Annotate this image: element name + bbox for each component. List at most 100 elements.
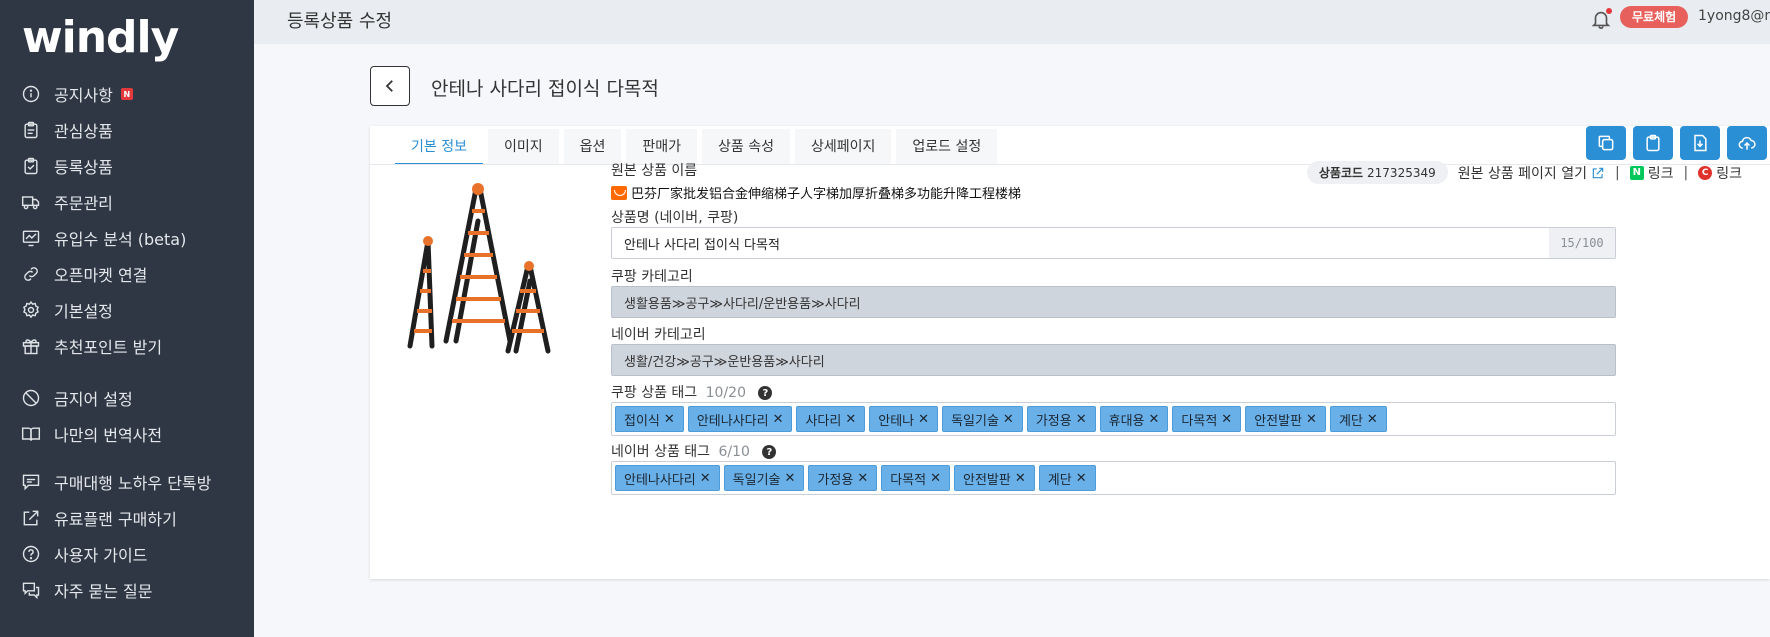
app-logo[interactable]: windly — [22, 12, 179, 63]
close-icon[interactable]: ✕ — [1076, 471, 1087, 486]
info-icon — [20, 83, 42, 105]
naver-link[interactable]: 링크 — [1648, 163, 1674, 183]
clipboard-check-icon — [20, 155, 42, 177]
sidebar-item-faq[interactable]: 자주 묻는 질문 — [0, 572, 254, 608]
tag-label: 안전발판 — [1254, 413, 1303, 429]
tag[interactable]: 계단 ✕ — [1038, 465, 1096, 491]
download-button[interactable] — [1680, 126, 1720, 160]
coupang-category-field[interactable]: 생활용품≫공구≫사다리/운반용품≫사다리 — [611, 286, 1616, 318]
tag[interactable]: 접이식 ✕ — [615, 406, 684, 432]
tag[interactable]: 다목적 ✕ — [1172, 406, 1242, 432]
sidebar-item-paid-plan[interactable]: 유료플랜 구매하기 — [0, 500, 254, 536]
close-icon[interactable]: ✕ — [1015, 471, 1026, 486]
sidebar-item-registered[interactable]: 등록상품 — [0, 148, 254, 184]
toolbar — [1586, 126, 1770, 160]
tab-images[interactable]: 이미지 — [487, 129, 559, 165]
naver-tags-input[interactable]: 안테나사다리 ✕ 독일기술 ✕ 가정용 ✕ 다목적 ✕ 안전발판 ✕ 계단 ✕ — [611, 461, 1616, 495]
sidebar-item-notice[interactable]: 공지사항 N — [0, 76, 254, 112]
close-icon[interactable]: ✕ — [773, 412, 784, 427]
close-icon[interactable]: ✕ — [857, 471, 868, 486]
naver-category-field[interactable]: 생활/건강≫공구≫운반용품≫사다리 — [611, 344, 1616, 376]
close-icon[interactable]: ✕ — [1306, 412, 1317, 427]
coupang-link[interactable]: 링크 — [1716, 163, 1742, 183]
sidebar-item-market-connect[interactable]: 오픈마켓 연결 — [0, 256, 254, 292]
cloud-upload-icon — [1738, 136, 1756, 150]
sidebar-item-community[interactable]: 구매대행 노하우 단톡방 — [0, 464, 254, 500]
tab-detail-page[interactable]: 상세페이지 — [795, 129, 892, 165]
close-icon[interactable]: ✕ — [930, 471, 941, 486]
coupang-tags-count: 10/20 — [705, 385, 746, 401]
product-edit-card: 기본 정보 이미지 옵션 판매가 상품 속성 상세페이지 업로드 설정 원본 상… — [370, 126, 1770, 579]
sidebar-item-banned-words[interactable]: 금지어 설정 — [0, 380, 254, 416]
sidebar-nav: 공지사항 N 관심상품 등록상품 주문관리 유입수 분석 (beta) 오픈마켓… — [0, 76, 254, 608]
close-icon[interactable]: ✕ — [1221, 412, 1232, 427]
upload-button[interactable] — [1727, 126, 1767, 160]
close-icon[interactable]: ✕ — [785, 471, 796, 486]
chat-icon — [20, 471, 42, 493]
coupang-tags-input[interactable]: 접이식 ✕ 안테나사다리 ✕ 사다리 ✕ 안테나 ✕ 독일기술 ✕ 가정용 ✕ 휴대용 ✕ 다… — [611, 402, 1616, 436]
tag[interactable]: 독일기술 ✕ — [723, 465, 805, 491]
tag[interactable]: 사다리 ✕ — [796, 406, 866, 432]
tag-label: 다목적 — [890, 472, 927, 488]
tag[interactable]: 안테나사다리 ✕ — [687, 406, 793, 432]
tab-attributes[interactable]: 상품 속성 — [702, 129, 791, 165]
link-icon — [20, 263, 42, 285]
close-icon[interactable]: ✕ — [1003, 412, 1014, 427]
tag[interactable]: 안테나사다리 ✕ — [615, 465, 720, 491]
open-original-link[interactable]: 원본 상품 페이지 열기 — [1458, 163, 1587, 183]
sidebar-item-label: 구매대행 노하우 단톡방 — [54, 474, 212, 493]
sidebar-item-label: 관심상품 — [54, 122, 113, 141]
tag-label: 독일기술 — [732, 472, 781, 488]
external-link-icon — [20, 507, 42, 529]
close-icon[interactable]: ✕ — [700, 471, 711, 486]
help-icon[interactable]: ? — [758, 386, 773, 400]
tag[interactable]: 가정용 ✕ — [1026, 406, 1096, 432]
naver-tags-count: 6/10 — [718, 444, 750, 460]
tag[interactable]: 가정용 ✕ — [808, 465, 878, 491]
back-button[interactable] — [370, 66, 410, 106]
free-trial-badge[interactable]: 무료체험 — [1620, 6, 1689, 28]
copy-button[interactable] — [1586, 126, 1626, 160]
paste-button[interactable] — [1633, 126, 1673, 160]
product-code-label: 상품코드 — [1318, 166, 1364, 180]
tag[interactable]: 계단 ✕ — [1329, 406, 1387, 432]
coupang-tags-label-text: 쿠팡 상품 태그 — [611, 385, 698, 401]
help-icon[interactable]: ? — [762, 445, 777, 459]
tag[interactable]: 안테나 ✕ — [869, 406, 939, 432]
bell-icon[interactable] — [1590, 8, 1612, 30]
tag[interactable]: 다목적 ✕ — [881, 465, 951, 491]
orig-name-row: 巴芬厂家批发铝合金伸缩梯子人字梯加厚折叠梯多功能升降工程楼梯 — [611, 183, 1021, 202]
tab-upload-settings[interactable]: 업로드 설정 — [896, 129, 998, 165]
sidebar-item-settings[interactable]: 기본설정 — [0, 292, 254, 328]
sidebar-item-label: 사용자 가이드 — [54, 546, 148, 565]
sidebar-item-analytics[interactable]: 유입수 분석 (beta) — [0, 220, 254, 256]
sidebar-item-label: 나만의 번역사전 — [54, 426, 163, 445]
ban-icon — [20, 387, 42, 409]
product-title: 안테나 사다리 접이식 다목적 — [431, 78, 659, 100]
tag[interactable]: 안전발판 ✕ — [954, 465, 1035, 491]
product-meta: 상품코드 217325349 원본 상품 페이지 열기 | N 링크 | C 링크 — [1306, 161, 1742, 184]
product-name-input[interactable]: 안테나 사다리 접이식 다목적 15/100 — [611, 227, 1616, 259]
sidebar-item-label: 금지어 설정 — [54, 390, 133, 409]
close-icon[interactable]: ✕ — [918, 412, 929, 427]
close-icon[interactable]: ✕ — [1367, 412, 1378, 427]
tag[interactable]: 휴대용 ✕ — [1099, 406, 1169, 432]
close-icon[interactable]: ✕ — [664, 412, 675, 427]
tag[interactable]: 안전발판 ✕ — [1245, 406, 1326, 432]
sidebar-item-orders[interactable]: 주문관리 — [0, 184, 254, 220]
close-icon[interactable]: ✕ — [1076, 412, 1087, 427]
gift-icon — [20, 335, 42, 357]
tag[interactable]: 독일기술 ✕ — [942, 406, 1023, 432]
user-account[interactable]: 1yong8@na — [1698, 8, 1770, 24]
sidebar-item-interest[interactable]: 관심상품 — [0, 112, 254, 148]
close-icon[interactable]: ✕ — [845, 412, 856, 427]
tab-basic-info[interactable]: 기본 정보 — [395, 129, 483, 165]
sidebar-item-guide[interactable]: 사용자 가이드 — [0, 536, 254, 572]
sidebar: windly 공지사항 N 관심상품 등록상품 주문관리 유입수 분석 (bet… — [0, 0, 254, 637]
sidebar-item-dictionary[interactable]: 나만의 번역사전 — [0, 416, 254, 452]
close-icon[interactable]: ✕ — [1149, 412, 1160, 427]
sidebar-item-label: 주문관리 — [54, 194, 113, 213]
sidebar-item-referral[interactable]: 추천포인트 받기 — [0, 328, 254, 364]
truck-icon — [20, 191, 42, 213]
external-link-icon[interactable] — [1591, 166, 1605, 180]
